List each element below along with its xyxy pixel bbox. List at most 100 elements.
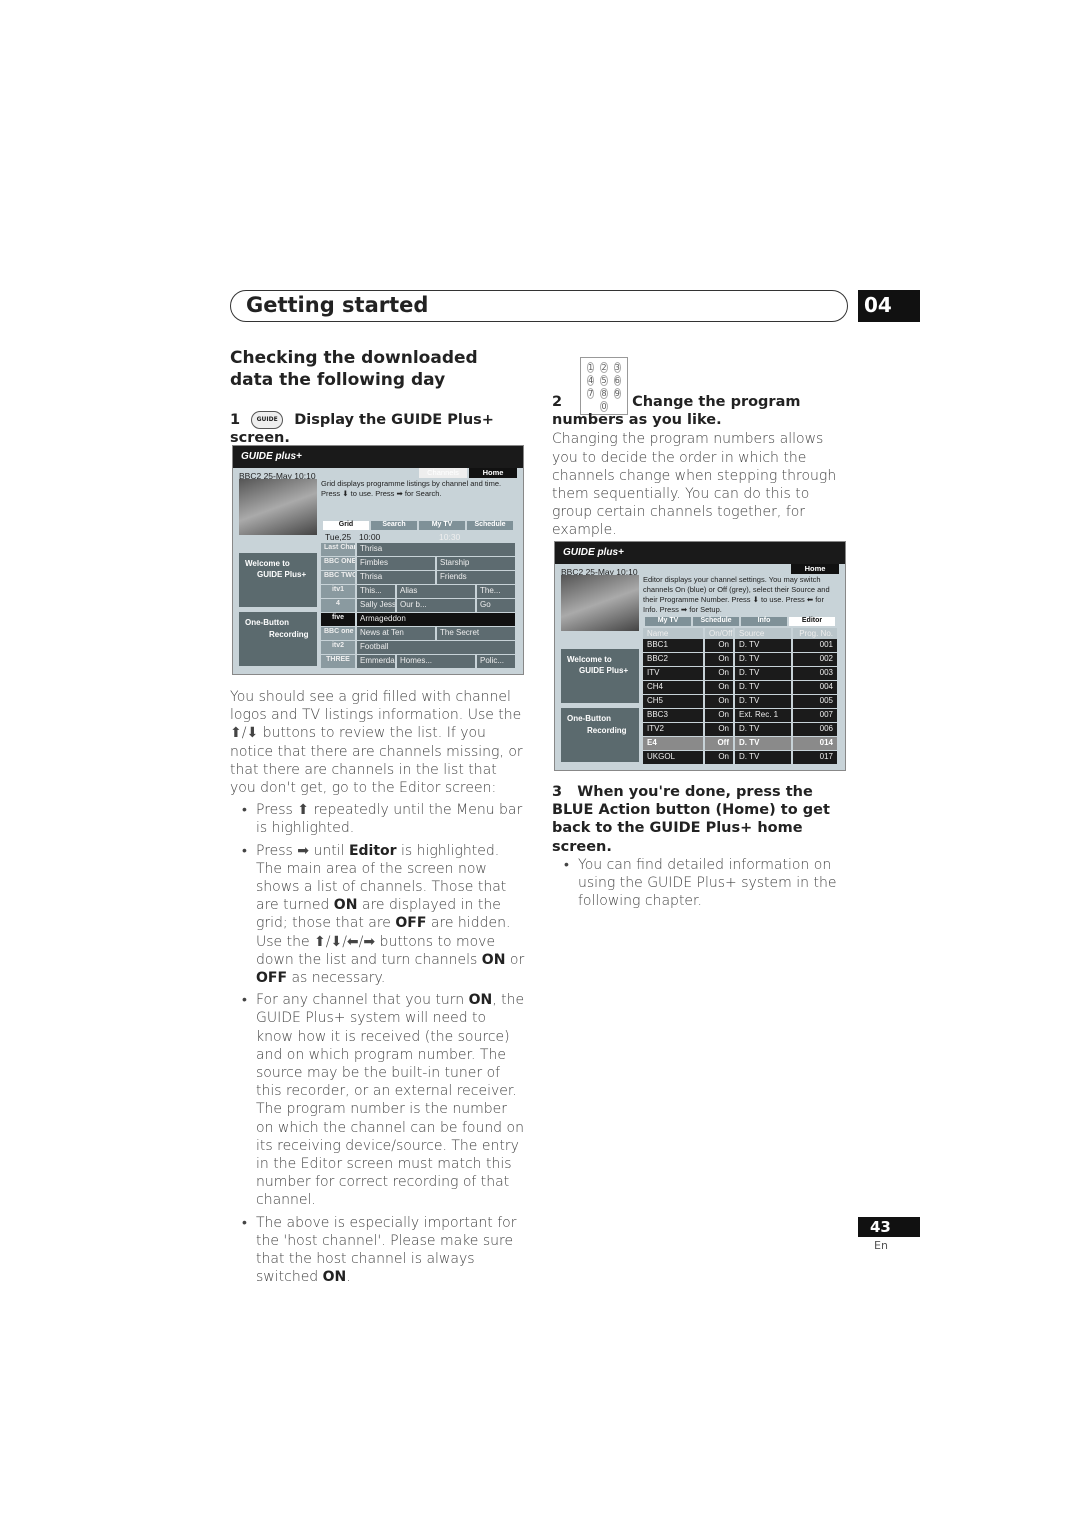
channel-logo: itv1 xyxy=(321,585,355,598)
cell: 014 xyxy=(793,737,837,750)
programme-cell: The Secret xyxy=(437,627,515,640)
programme-cell: Go xyxy=(477,599,515,612)
cell: 005 xyxy=(793,695,837,708)
keypad-key: 4 xyxy=(587,375,595,386)
welcome-panel: Welcome to GUIDE Plus+ xyxy=(561,649,639,703)
grid-row: BBC TWO Thrisa Friends xyxy=(321,571,517,584)
keypad-key: 6 xyxy=(613,375,621,386)
programme-cell: Starship xyxy=(437,557,515,570)
step-number: 1 xyxy=(230,412,241,428)
grid-row: five Armageddon xyxy=(321,613,517,626)
text-segment: or xyxy=(505,951,525,968)
welcome-text: Welcome to xyxy=(567,655,612,664)
programme-cell: Our b... xyxy=(397,599,475,612)
text-segment: , the GUIDE Plus+ system will need to kn… xyxy=(256,992,525,1209)
grid-row: itv2 Football xyxy=(321,641,517,654)
cell: 004 xyxy=(793,681,837,694)
cell: 002 xyxy=(793,653,837,666)
programme-cell: Sally Jessy Raph... xyxy=(357,599,395,612)
channel-row: CH5 On D. TV 005 xyxy=(643,695,839,708)
left-column: Checking the downloaded data the followi… xyxy=(230,347,526,447)
programme-cell: Friends xyxy=(437,571,515,584)
step-2-paragraph: Changing the program numbers allows you … xyxy=(552,431,837,539)
cell: On xyxy=(705,667,733,680)
cell: E4 xyxy=(643,737,703,750)
section-header: Getting started xyxy=(230,290,848,322)
programme-cell: Emmerdale xyxy=(357,655,395,668)
cell: D. TV xyxy=(735,681,791,694)
tab: Schedule xyxy=(467,521,513,530)
cell: On xyxy=(705,751,733,764)
grid-row: itv1 This... Alias The... xyxy=(321,585,517,598)
grid-row: Last ChannelThrisa xyxy=(321,543,517,556)
cell: D. TV xyxy=(735,737,791,750)
step-3-text: When you're done, press the BLUE Action … xyxy=(552,784,830,855)
cell: D. TV xyxy=(735,695,791,708)
cell: D. TV xyxy=(735,653,791,666)
channel-logo: THREE xyxy=(321,655,355,668)
cell: 003 xyxy=(793,667,837,680)
tab: Search xyxy=(371,521,417,530)
grid-row: 4Sally Jessy Raph...Our b...Go xyxy=(321,599,517,612)
channel-row: ITV2 On D. TV 006 xyxy=(643,723,839,736)
programme-cell: This... xyxy=(357,585,395,598)
cell: On xyxy=(705,681,733,694)
guide-grid-screenshot: GUIDE plus+ BBC2 25-May 10:10 Channels H… xyxy=(232,445,524,675)
guide-plus-logo: GUIDE plus+ xyxy=(555,542,845,564)
text-segment: The above is especially important for th… xyxy=(256,1214,517,1286)
text-segment: ON xyxy=(481,951,506,968)
cell: On xyxy=(705,695,733,708)
home-button: Home xyxy=(469,468,517,478)
step-1: 1 GUIDE Display the GUIDE Plus+ screen. xyxy=(230,411,526,447)
programme-cell: Thrisa xyxy=(357,571,435,584)
tab: My TV xyxy=(419,521,465,530)
programme-cell: News at Ten xyxy=(357,627,435,640)
cell: D. TV xyxy=(735,723,791,736)
grid-row: BBC one News at Ten The Secret xyxy=(321,627,517,640)
guide-button-icon: GUIDE xyxy=(251,411,284,429)
tv-preview-image xyxy=(561,575,639,631)
programme-cell: Thrisa xyxy=(357,543,515,556)
cell: On xyxy=(705,723,733,736)
guide-plus-logo: GUIDE plus+ xyxy=(233,446,523,468)
language-label: En xyxy=(874,1239,888,1252)
intro-paragraph: You should see a grid filled with channe… xyxy=(230,689,523,797)
heading: Checking the downloaded data the followi… xyxy=(230,348,478,390)
channel-logo: five xyxy=(321,613,355,626)
tab: Grid xyxy=(323,521,369,530)
recording-panel: One-Button Recording xyxy=(239,612,317,666)
text-segment: ON xyxy=(468,992,493,1009)
text-segment: Press ⬆ repeatedly until the Menu bar is… xyxy=(256,802,523,837)
text-segment: as necessary. xyxy=(287,970,386,987)
guide-text: GUIDE Plus+ xyxy=(257,570,307,579)
programme-cell: Homes... xyxy=(397,655,475,668)
instruction-list: Press ⬆ repeatedly until the Menu bar is… xyxy=(230,801,526,1286)
text-segment: OFF xyxy=(256,970,288,987)
cell: D. TV xyxy=(735,639,791,652)
cell: 007 xyxy=(793,709,837,722)
tab: Schedule xyxy=(693,617,739,626)
cell: ITV2 xyxy=(643,723,703,736)
keypad-key: 2 xyxy=(600,362,608,373)
channel-row: BBC1 On D. TV 001 xyxy=(643,639,839,652)
channel-row: UKGOL On D. TV 017 xyxy=(643,751,839,764)
text-segment: . xyxy=(346,1269,351,1286)
cell: D. TV xyxy=(735,751,791,764)
cell: 001 xyxy=(793,639,837,652)
programme-cell: Polic... xyxy=(477,655,515,668)
recording-text: Recording xyxy=(269,630,309,639)
grid-row: BBC ONE Fimbles Starship xyxy=(321,557,517,570)
text-segment: OFF xyxy=(395,915,427,932)
page-number: 43 xyxy=(858,1217,920,1237)
list-item: Press ➡ until Editor is highlighted. The… xyxy=(230,842,526,988)
step-number: 2 xyxy=(552,394,563,410)
programme-cell: Armageddon xyxy=(357,613,515,626)
text-segment: ON xyxy=(322,1269,347,1286)
cell: Ext. Rec. 1 xyxy=(735,709,791,722)
channel-logo: itv2 xyxy=(321,641,355,654)
cell: On xyxy=(705,653,733,666)
channel-logo: BBC one xyxy=(321,627,355,640)
date: Tue,25 xyxy=(325,532,352,542)
text-segment: Press ➡ until xyxy=(256,842,349,859)
cell: CH5 xyxy=(643,695,703,708)
